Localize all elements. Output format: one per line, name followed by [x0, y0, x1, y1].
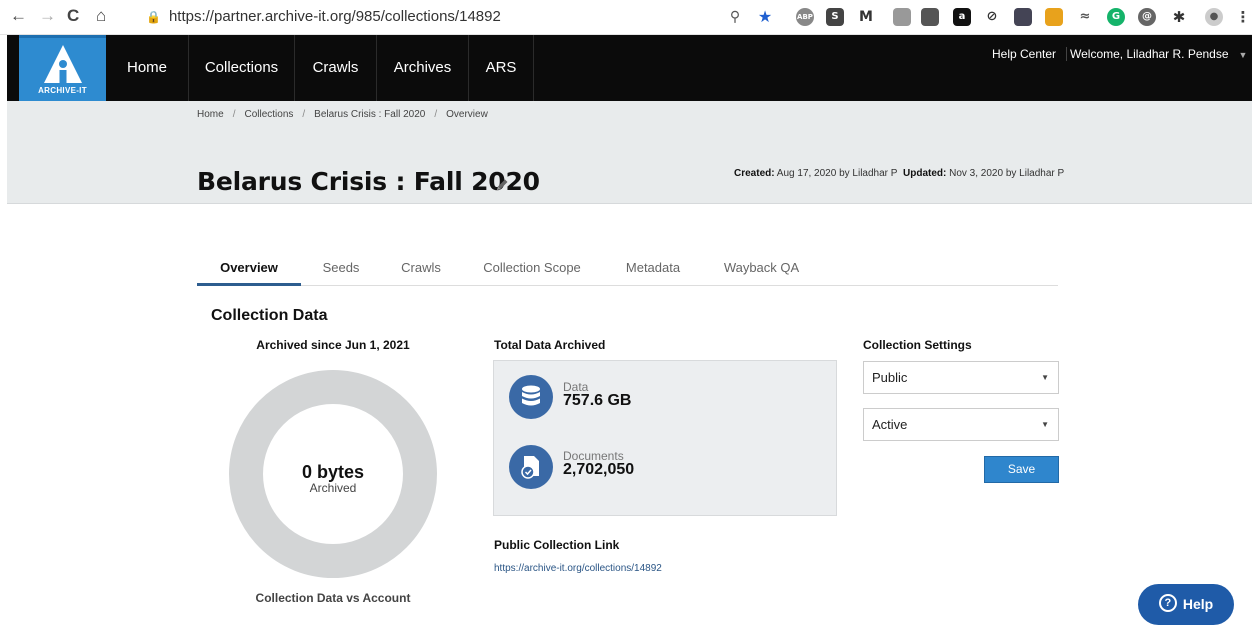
extension-m-icon[interactable]: M: [857, 8, 875, 26]
breadcrumb-collection[interactable]: Belarus Crisis : Fall 2020: [314, 109, 425, 120]
puzzle-icon[interactable]: ✱: [1170, 8, 1188, 26]
browser-toolbar: ← → C ⌂ 🔒 https://partner.archive-it.org/…: [0, 0, 1252, 35]
extension-shield-icon[interactable]: [1014, 8, 1032, 26]
documents-value: 2,702,050: [563, 461, 635, 478]
logo-text: ARCHIVE-IT: [38, 86, 87, 95]
caret-down-icon: ▼: [1238, 50, 1248, 60]
grammarly-icon[interactable]: G: [1107, 8, 1125, 26]
donut-value: 0 bytes: [301, 462, 365, 482]
created-label: Created:: [734, 168, 775, 179]
nav-home[interactable]: Home: [106, 35, 189, 101]
help-button[interactable]: ? Help: [1138, 584, 1234, 625]
home-icon[interactable]: ⌂: [96, 6, 106, 26]
public-link-heading: Public Collection Link: [494, 538, 620, 552]
total-data-heading: Total Data Archived: [494, 338, 606, 352]
logo-a-icon: [44, 45, 82, 83]
created-text: Aug 17, 2020 by Liladhar P: [774, 168, 898, 179]
welcome-text: Welcome, Liladhar R. Pendse: [1070, 47, 1229, 61]
visibility-select[interactable]: Public ▼: [863, 361, 1059, 394]
data-value: 757.6 GB: [563, 392, 632, 409]
tab-overview[interactable]: Overview: [197, 259, 301, 286]
forward-icon[interactable]: →: [39, 6, 56, 26]
breadcrumb-current: Overview: [446, 109, 488, 120]
page-title: Belarus Crisis : Fall 2020: [197, 167, 540, 196]
donut-caption: Collection Data vs Account: [255, 591, 411, 605]
breadcrumb: Home / Collections / Belarus Crisis : Fall 2…: [197, 109, 488, 120]
edit-pencil-icon[interactable]: [494, 177, 510, 193]
tab-seeds[interactable]: Seeds: [309, 259, 373, 286]
created-info: Created: Aug 17, 2020 by Liladhar P: [734, 169, 914, 179]
address-bar[interactable]: 🔒 https://partner.archive-it.org/985/coll…: [146, 4, 786, 30]
reload-icon[interactable]: C: [67, 6, 79, 26]
extension-a-icon[interactable]: a: [953, 8, 971, 26]
public-collection-link[interactable]: https://archive-it.org/collections/14892: [494, 563, 662, 574]
lock-icon: 🔒: [146, 10, 161, 24]
extension-eye-icon[interactable]: ⊘: [983, 8, 1001, 26]
bookmark-star-icon[interactable]: ★: [756, 8, 774, 26]
back-icon[interactable]: ←: [10, 6, 27, 26]
visibility-value: Public: [872, 370, 908, 385]
url-text: https://partner.archive-it.org/985/colle…: [168, 8, 501, 25]
nav-crawls[interactable]: Crawls: [295, 35, 377, 101]
document-check-icon: [509, 445, 553, 489]
user-menu[interactable]: Welcome, Liladhar R. Pendse ▼: [1070, 47, 1247, 61]
page: ARCHIVE-IT Home Collections Crawls Archi…: [0, 35, 1252, 635]
extension-link-icon[interactable]: ≈: [1076, 8, 1094, 26]
dropdown-arrow-icon: ▼: [1041, 373, 1049, 382]
extension-at-icon[interactable]: @: [1138, 8, 1156, 26]
extension-s-icon[interactable]: S: [826, 8, 844, 26]
tab-collection-scope[interactable]: Collection Scope: [475, 259, 589, 286]
updated-text: Nov 3, 2020 by Liladhar P: [946, 168, 1065, 179]
extension-color-icon[interactable]: [1045, 8, 1063, 26]
tab-wayback-qa[interactable]: Wayback QA: [715, 259, 808, 286]
breadcrumb-home[interactable]: Home: [197, 109, 224, 120]
nav-archives[interactable]: Archives: [377, 35, 469, 101]
nav-collections[interactable]: Collections: [189, 35, 295, 101]
updated-label: Updated:: [903, 168, 947, 179]
status-select[interactable]: Active ▼: [863, 408, 1059, 441]
total-data-panel: Data 757.6 GB Documents 2,702,050: [493, 360, 837, 516]
dropdown-arrow-icon: ▼: [1041, 420, 1049, 429]
menu-kebab-icon[interactable]: ⋮: [1234, 8, 1252, 26]
profile-icon[interactable]: ●: [1205, 8, 1223, 26]
zoom-icon[interactable]: ⚲: [726, 8, 744, 26]
save-button[interactable]: Save: [984, 456, 1059, 483]
updated-info: Updated: Nov 3, 2020 by Liladhar P: [903, 169, 1083, 179]
nav-ars[interactable]: ARS: [469, 35, 534, 101]
question-icon: ?: [1158, 594, 1177, 613]
collection-tabs: Overview Seeds Crawls Collection Scope M…: [197, 259, 1058, 286]
collection-settings-heading: Collection Settings: [863, 338, 972, 352]
archive-it-logo[interactable]: ARCHIVE-IT: [19, 35, 106, 102]
extension-grid-icon[interactable]: [921, 8, 939, 26]
status-value: Active: [872, 417, 908, 432]
top-nav: ARCHIVE-IT Home Collections Crawls Archi…: [7, 35, 1252, 102]
breadcrumb-collections[interactable]: Collections: [244, 109, 293, 120]
collection-data-heading: Collection Data: [211, 307, 328, 324]
donut-label: Archived: [309, 481, 357, 495]
help-center-link[interactable]: Help Center: [992, 47, 1068, 61]
tab-metadata[interactable]: Metadata: [614, 259, 692, 286]
extension-badge-icon[interactable]: [893, 8, 911, 26]
tab-crawls[interactable]: Crawls: [391, 259, 451, 286]
collection-header: Home / Collections / Belarus Crisis : Fall 2…: [7, 101, 1252, 204]
database-icon: [509, 375, 553, 419]
help-label: Help: [1182, 596, 1214, 612]
archived-since: Archived since Jun 1, 2021: [256, 338, 410, 352]
adblock-icon[interactable]: ABP: [796, 8, 814, 26]
